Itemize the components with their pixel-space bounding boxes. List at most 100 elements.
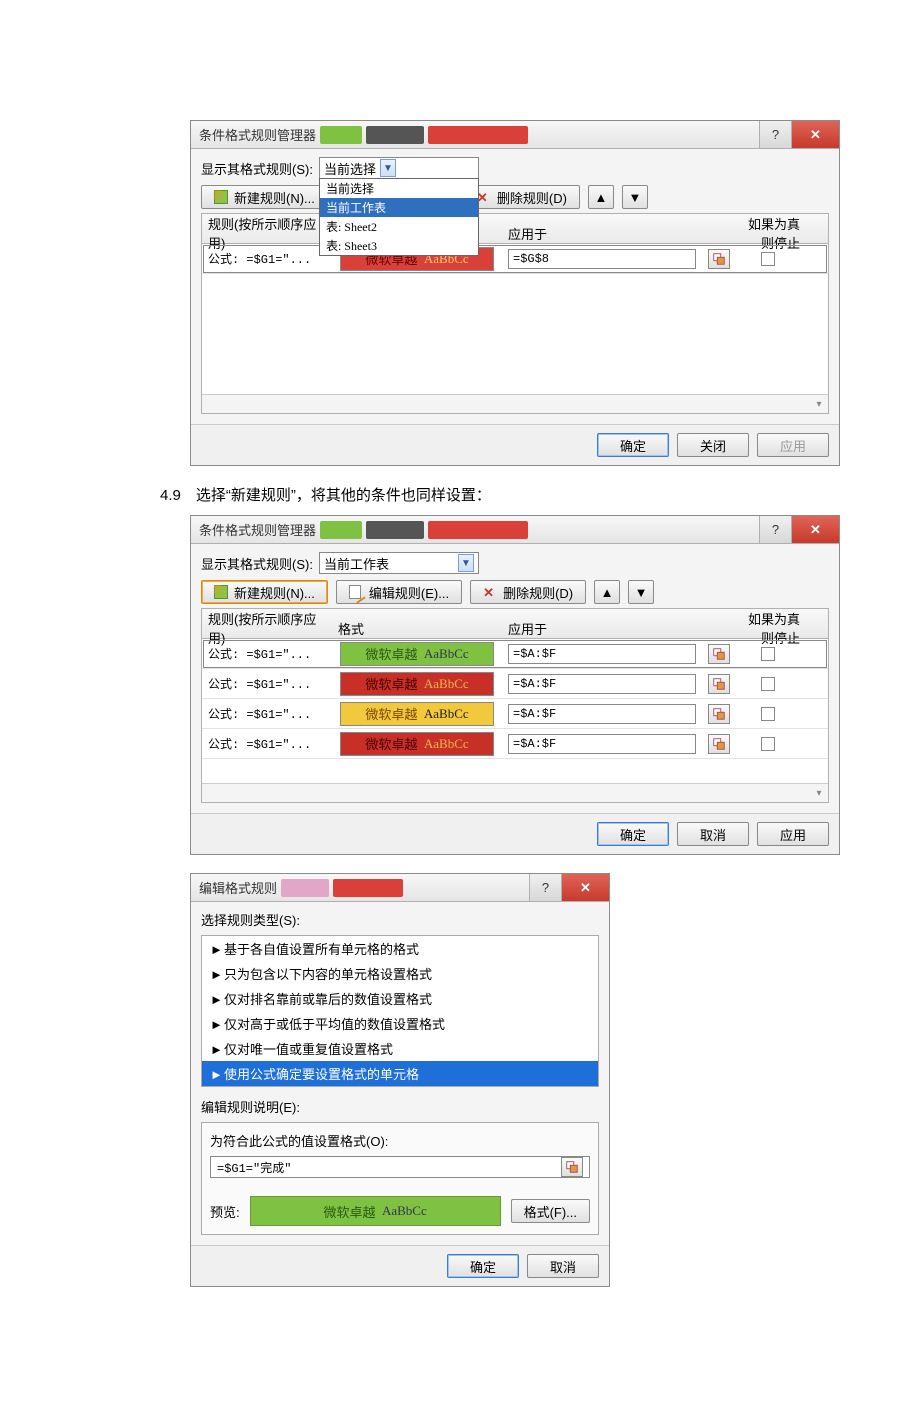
combo-option[interactable]: 当前工作表 xyxy=(320,198,478,217)
move-down-button[interactable]: ▼ xyxy=(628,580,654,604)
select-rule-type-label: 选择规则类型(S): xyxy=(201,910,300,929)
formula-input[interactable]: =$G1="完成" xyxy=(210,1156,590,1178)
combo-option[interactable]: 表: Sheet3 xyxy=(320,236,478,255)
cancel-button[interactable]: 取消 xyxy=(527,1254,599,1278)
scroll-down-icon[interactable]: ▾ xyxy=(812,397,826,411)
range-picker-button[interactable] xyxy=(561,1157,583,1177)
rule-row[interactable]: 公式: =$G1="... 微软卓越 AaBbCc =$A:$F xyxy=(202,699,828,729)
title-smudge xyxy=(320,521,362,539)
combo-option[interactable]: 表: Sheet2 xyxy=(320,217,478,236)
ok-button[interactable]: 确定 xyxy=(597,822,669,846)
button-label: 删除规则(D) xyxy=(503,583,573,602)
move-up-button[interactable]: ▲ xyxy=(588,185,614,209)
apply-button[interactable]: 应用 xyxy=(757,433,829,457)
apply-button[interactable]: 应用 xyxy=(757,822,829,846)
cf-manager-dialog-2: 条件格式规则管理器 ? ✕ 显示其格式规则(S): 当前工作表 ▼ xyxy=(190,515,840,855)
edit-rule-dialog: 编辑格式规则 ? ✕ 选择规则类型(S): ►基于各自值设置所有单元格的格式 ►… xyxy=(190,873,610,1287)
delete-icon: ✕ xyxy=(477,190,491,204)
rule-type-option[interactable]: ►使用公式确定要设置格式的单元格 xyxy=(202,1061,598,1086)
applies-to-input[interactable]: =$A:$F xyxy=(508,734,696,754)
format-preview: 微软卓越 AaBbCc xyxy=(340,702,494,726)
ok-button[interactable]: 确定 xyxy=(447,1254,519,1278)
chevron-down-icon: ▼ xyxy=(380,159,396,177)
range-picker-button[interactable] xyxy=(708,734,730,754)
applies-to-input[interactable]: =$A:$F xyxy=(508,674,696,694)
title-smudge xyxy=(366,521,424,539)
col-stop: 如果为真则停止 xyxy=(736,609,816,647)
dialog-title: 条件格式规则管理器 xyxy=(191,125,316,144)
delete-rule-button[interactable]: ✕ 删除规则(D) xyxy=(470,580,586,604)
show-rules-combo[interactable]: 当前工作表 ▼ xyxy=(319,552,479,574)
stop-if-true-checkbox[interactable] xyxy=(761,647,775,661)
col-format: 格式 xyxy=(332,619,502,638)
col-applies: 应用于 xyxy=(502,224,702,243)
title-smudge xyxy=(320,126,362,144)
cancel-button[interactable]: 取消 xyxy=(677,822,749,846)
range-picker-button[interactable] xyxy=(708,249,730,269)
cf-manager-dialog-1: 条件格式规则管理器 ? ✕ 显示其格式规则(S): 当前选择 ▼ 当前选择 xyxy=(190,120,840,466)
titlebar: 条件格式规则管理器 ? ✕ xyxy=(191,121,839,149)
new-rule-icon xyxy=(214,190,228,204)
formula-value: =$G1="完成" xyxy=(217,1159,291,1176)
button-label: 编辑规则(E)... xyxy=(369,583,449,602)
move-down-button[interactable]: ▼ xyxy=(622,185,648,209)
button-label: 新建规则(N)... xyxy=(234,188,315,207)
edit-rule-icon xyxy=(349,585,363,599)
chevron-down-icon: ▼ xyxy=(458,554,474,572)
stop-if-true-checkbox[interactable] xyxy=(761,707,775,721)
applies-to-input[interactable]: =$A:$F xyxy=(508,704,696,724)
applies-to-input[interactable]: =$G$8 xyxy=(508,249,696,269)
rules-grid: 规则(按所示顺序应用) 格式 应用于 如果为真则停止 公式: =$G1="...… xyxy=(201,608,829,803)
close-button[interactable]: ✕ xyxy=(791,516,839,543)
show-rules-combo[interactable]: 当前选择 ▼ 当前选择 当前工作表 表: Sheet2 表: Sheet3 xyxy=(319,157,479,179)
new-rule-button[interactable]: 新建规则(N)... xyxy=(201,185,328,209)
preview-label: 预览: xyxy=(210,1202,240,1221)
range-picker-button[interactable] xyxy=(708,704,730,724)
ok-button[interactable]: 确定 xyxy=(597,433,669,457)
format-preview: 微软卓越 AaBbCc xyxy=(250,1196,501,1226)
new-rule-button[interactable]: 新建规则(N)... xyxy=(201,580,328,604)
rule-row[interactable]: 公式: =$G1="... 微软卓越 AaBbCc =$A:$F xyxy=(202,729,828,759)
stop-if-true-checkbox[interactable] xyxy=(761,737,775,751)
help-button[interactable]: ? xyxy=(759,516,791,543)
close-button[interactable]: ✕ xyxy=(791,121,839,148)
stop-if-true-checkbox[interactable] xyxy=(761,677,775,691)
rule-type-option[interactable]: ►只为包含以下内容的单元格设置格式 xyxy=(202,961,598,986)
edit-rule-button[interactable]: 编辑规则(E)... xyxy=(336,580,462,604)
delete-rule-button[interactable]: ✕ 删除规则(D) xyxy=(464,185,580,209)
stop-if-true-checkbox[interactable] xyxy=(761,252,775,266)
title-smudge xyxy=(281,879,329,897)
combo-value: 当前选择 xyxy=(324,159,376,178)
applies-to-input[interactable]: =$A:$F xyxy=(508,644,696,664)
title-smudge xyxy=(428,521,528,539)
range-picker-button[interactable] xyxy=(708,674,730,694)
rule-formula: 公式: =$G1="... xyxy=(202,645,332,662)
show-rules-label: 显示其格式规则(S): xyxy=(201,554,313,573)
col-stop: 如果为真则停止 xyxy=(736,214,816,252)
move-up-button[interactable]: ▲ xyxy=(594,580,620,604)
col-applies: 应用于 xyxy=(502,619,702,638)
rule-formula: 公式: =$G1="... xyxy=(202,705,332,722)
rule-type-option[interactable]: ►仅对高于或低于平均值的数值设置格式 xyxy=(202,1011,598,1036)
scroll-down-icon[interactable]: ▾ xyxy=(812,786,826,800)
col-rule: 规则(按所示顺序应用) xyxy=(202,214,332,252)
rule-type-option[interactable]: ►仅对排名靠前或靠后的数值设置格式 xyxy=(202,986,598,1011)
combo-option[interactable]: 当前选择 xyxy=(320,179,478,198)
new-rule-icon xyxy=(214,585,228,599)
rule-formula: 公式: =$G1="... xyxy=(202,735,332,752)
range-picker-button[interactable] xyxy=(708,644,730,664)
rule-type-list: ►基于各自值设置所有单元格的格式 ►只为包含以下内容的单元格设置格式 ►仅对排名… xyxy=(201,935,599,1087)
help-button[interactable]: ? xyxy=(529,874,561,901)
rule-type-option[interactable]: ►仅对唯一值或重复值设置格式 xyxy=(202,1036,598,1061)
titlebar: 条件格式规则管理器 ? ✕ xyxy=(191,516,839,544)
format-button[interactable]: 格式(F)... xyxy=(511,1199,590,1223)
help-button[interactable]: ? xyxy=(759,121,791,148)
close-footer-button[interactable]: 关闭 xyxy=(677,433,749,457)
titlebar: 编辑格式规则 ? ✕ xyxy=(191,874,609,902)
delete-icon: ✕ xyxy=(483,585,497,599)
rule-type-option[interactable]: ►基于各自值设置所有单元格的格式 xyxy=(202,936,598,961)
rule-formula: 公式: =$G1="... xyxy=(202,250,332,267)
rule-row[interactable]: 公式: =$G1="... 微软卓越 AaBbCc =$A:$F xyxy=(202,669,828,699)
combo-value: 当前工作表 xyxy=(324,554,389,573)
close-button[interactable]: ✕ xyxy=(561,874,609,901)
